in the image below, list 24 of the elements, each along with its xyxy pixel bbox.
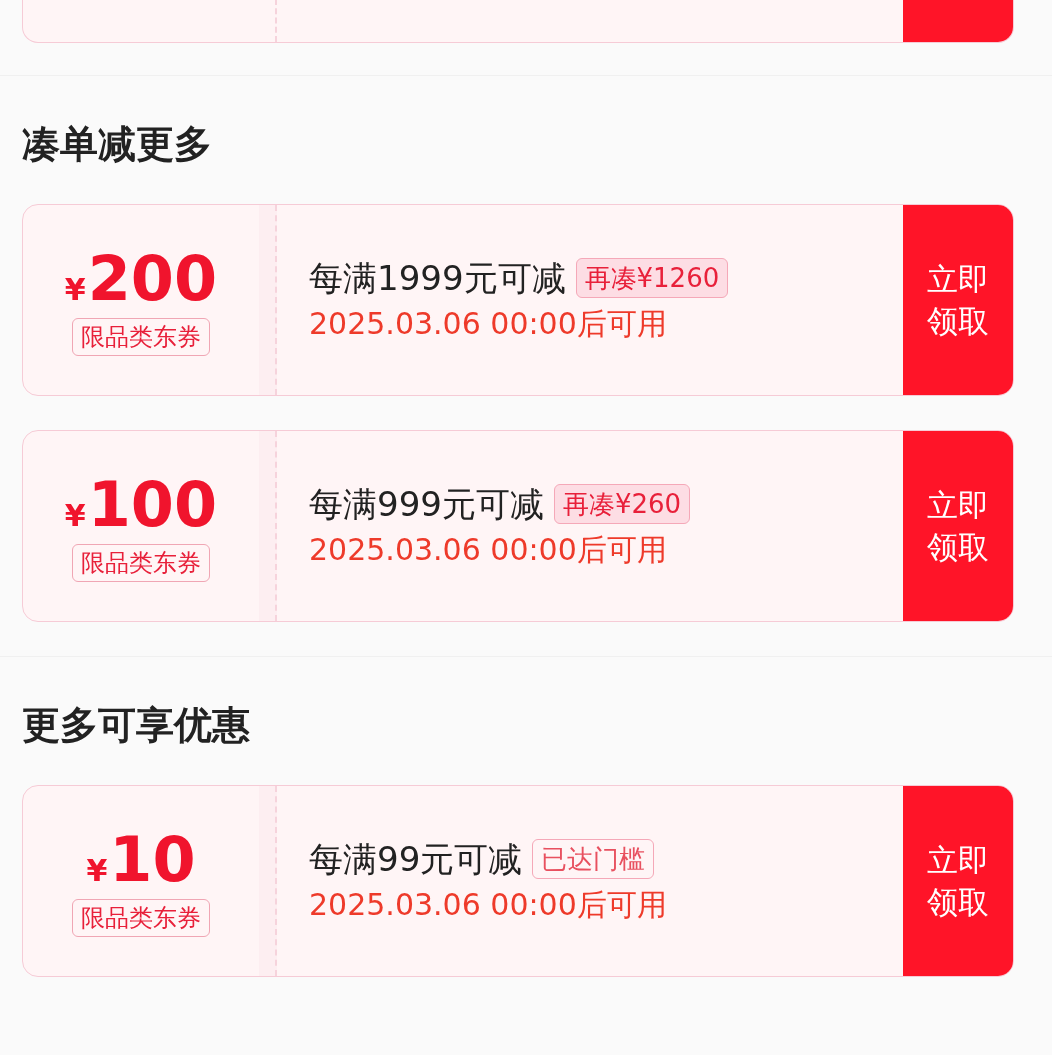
- currency-symbol: ¥: [64, 501, 86, 531]
- section-title: 更多可享优惠: [22, 702, 251, 749]
- coupon-condition: 每满99元可减: [309, 838, 523, 881]
- section-title: 凑单减更多: [22, 121, 213, 168]
- coupon-scope: 限品类东券: [72, 318, 210, 356]
- coupon-amount: 10: [109, 829, 196, 891]
- threshold-tag: 再凑¥1260: [575, 258, 729, 298]
- coupon-condition: 每满999元可减: [309, 483, 544, 526]
- valid-date: 2025.03.06 00:00后可用: [309, 305, 668, 343]
- coupon-amount: 100: [87, 474, 218, 536]
- claim-button[interactable]: 立即 领取: [903, 205, 1013, 395]
- valid-date: 2025.03.06 00:00后可用: [309, 531, 668, 569]
- coupon-amount: 200: [87, 248, 218, 310]
- claim-button[interactable]: [903, 0, 1013, 42]
- threshold-tag: 已达门槛: [532, 839, 655, 879]
- valid-date: 2025.03.06 00:00后可用: [309, 886, 668, 924]
- currency-symbol: ¥: [86, 856, 108, 886]
- coupon-scope: 限品类东券: [72, 544, 210, 582]
- coupon-condition: 每满1999元可减: [309, 257, 566, 300]
- claim-button[interactable]: 立即 领取: [903, 431, 1013, 621]
- coupon-scope: 限品类东券: [72, 899, 210, 937]
- currency-symbol: ¥: [64, 275, 86, 305]
- claim-button[interactable]: 立即 领取: [903, 786, 1013, 976]
- threshold-tag: 再凑¥260: [553, 484, 691, 524]
